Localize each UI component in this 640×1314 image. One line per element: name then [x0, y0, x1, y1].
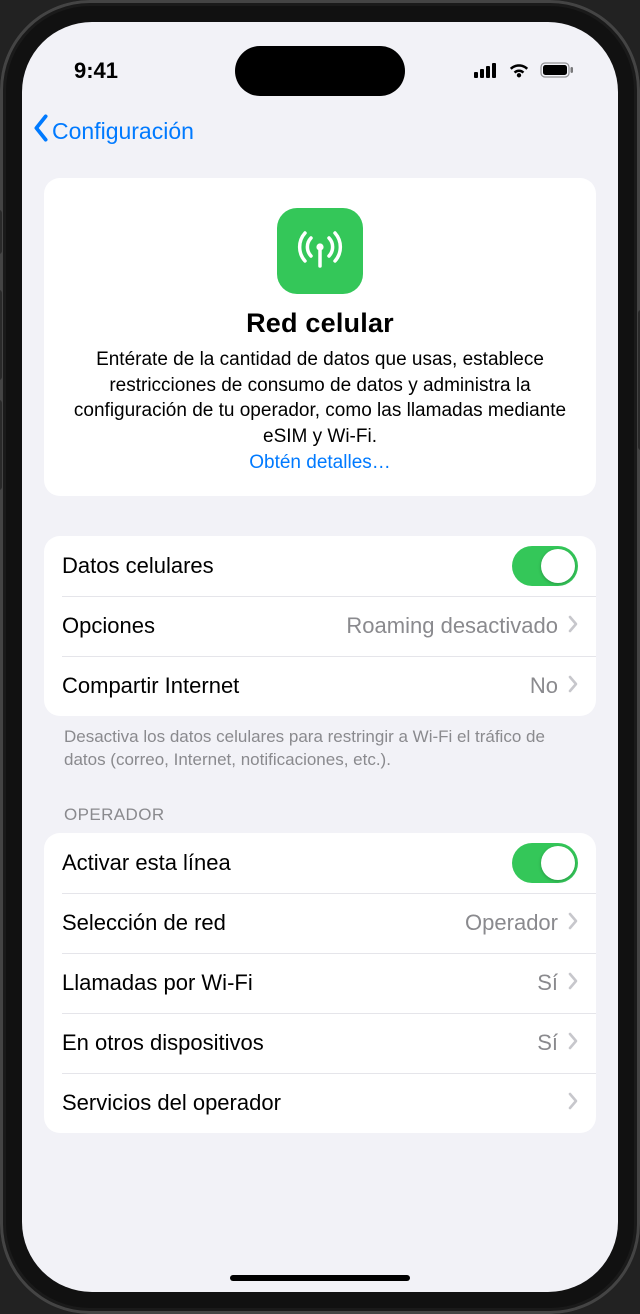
other-devices-row[interactable]: En otros dispositivos Sí [44, 1013, 596, 1073]
chevron-left-icon [32, 114, 50, 148]
row-label: Opciones [62, 613, 346, 639]
home-indicator[interactable] [230, 1275, 410, 1281]
row-label: En otros dispositivos [62, 1030, 537, 1056]
activate-line-toggle[interactable] [512, 843, 578, 883]
dynamic-island [235, 46, 405, 96]
network-selection-row[interactable]: Selección de red Operador [44, 893, 596, 953]
side-button [0, 210, 2, 254]
row-detail: Operador [465, 910, 558, 936]
row-label: Llamadas por Wi-Fi [62, 970, 537, 996]
status-icons [474, 58, 574, 84]
row-label: Datos celulares [62, 553, 512, 579]
group-footnote: Desactiva los datos celulares para restr… [44, 716, 596, 772]
row-label: Compartir Internet [62, 673, 530, 699]
battery-icon [540, 58, 574, 84]
content-scroll[interactable]: Red celular Entérate de la cantidad de d… [22, 162, 618, 1292]
status-time: 9:41 [74, 58, 118, 84]
page-title: Red celular [64, 308, 576, 339]
side-button [0, 290, 2, 380]
screen: 9:41 Configuración [22, 22, 618, 1292]
row-detail: Roaming desactivado [346, 613, 558, 639]
chevron-right-icon [568, 613, 578, 639]
options-row[interactable]: Opciones Roaming desactivado [44, 596, 596, 656]
cellular-icon [277, 208, 363, 294]
chevron-right-icon [568, 970, 578, 996]
row-label: Servicios del operador [62, 1090, 558, 1116]
toggle-knob [541, 549, 575, 583]
hero-description: Entérate de la cantidad de datos que usa… [64, 347, 576, 450]
chevron-right-icon [568, 1090, 578, 1116]
chevron-right-icon [568, 673, 578, 699]
row-detail: No [530, 673, 558, 699]
chevron-right-icon [568, 910, 578, 936]
phone-frame: 9:41 Configuración [0, 0, 640, 1314]
row-label: Selección de red [62, 910, 465, 936]
back-button[interactable]: Configuración [32, 114, 194, 148]
chevron-right-icon [568, 1030, 578, 1056]
carrier-section-header: Operador [64, 805, 596, 825]
row-label: Activar esta línea [62, 850, 512, 876]
nav-bar: Configuración [22, 100, 618, 162]
cellular-signal-icon [474, 58, 498, 84]
learn-more-link[interactable]: Obtén detalles… [249, 452, 391, 474]
personal-hotspot-row[interactable]: Compartir Internet No [44, 656, 596, 716]
back-label: Configuración [52, 118, 194, 145]
row-detail: Sí [537, 970, 558, 996]
activate-line-row[interactable]: Activar esta línea [44, 833, 596, 893]
carrier-services-row[interactable]: Servicios del operador [44, 1073, 596, 1133]
side-button [0, 400, 2, 490]
row-detail: Sí [537, 1030, 558, 1056]
wifi-icon [507, 58, 531, 84]
cellular-data-row[interactable]: Datos celulares [44, 536, 596, 596]
toggle-knob [541, 846, 575, 880]
wifi-calling-row[interactable]: Llamadas por Wi-Fi Sí [44, 953, 596, 1013]
hero-card: Red celular Entérate de la cantidad de d… [44, 178, 596, 496]
general-settings-group: Datos celulares Opciones Roaming desacti… [44, 536, 596, 716]
cellular-data-toggle[interactable] [512, 546, 578, 586]
carrier-settings-group: Activar esta línea Selección de red Oper… [44, 833, 596, 1133]
